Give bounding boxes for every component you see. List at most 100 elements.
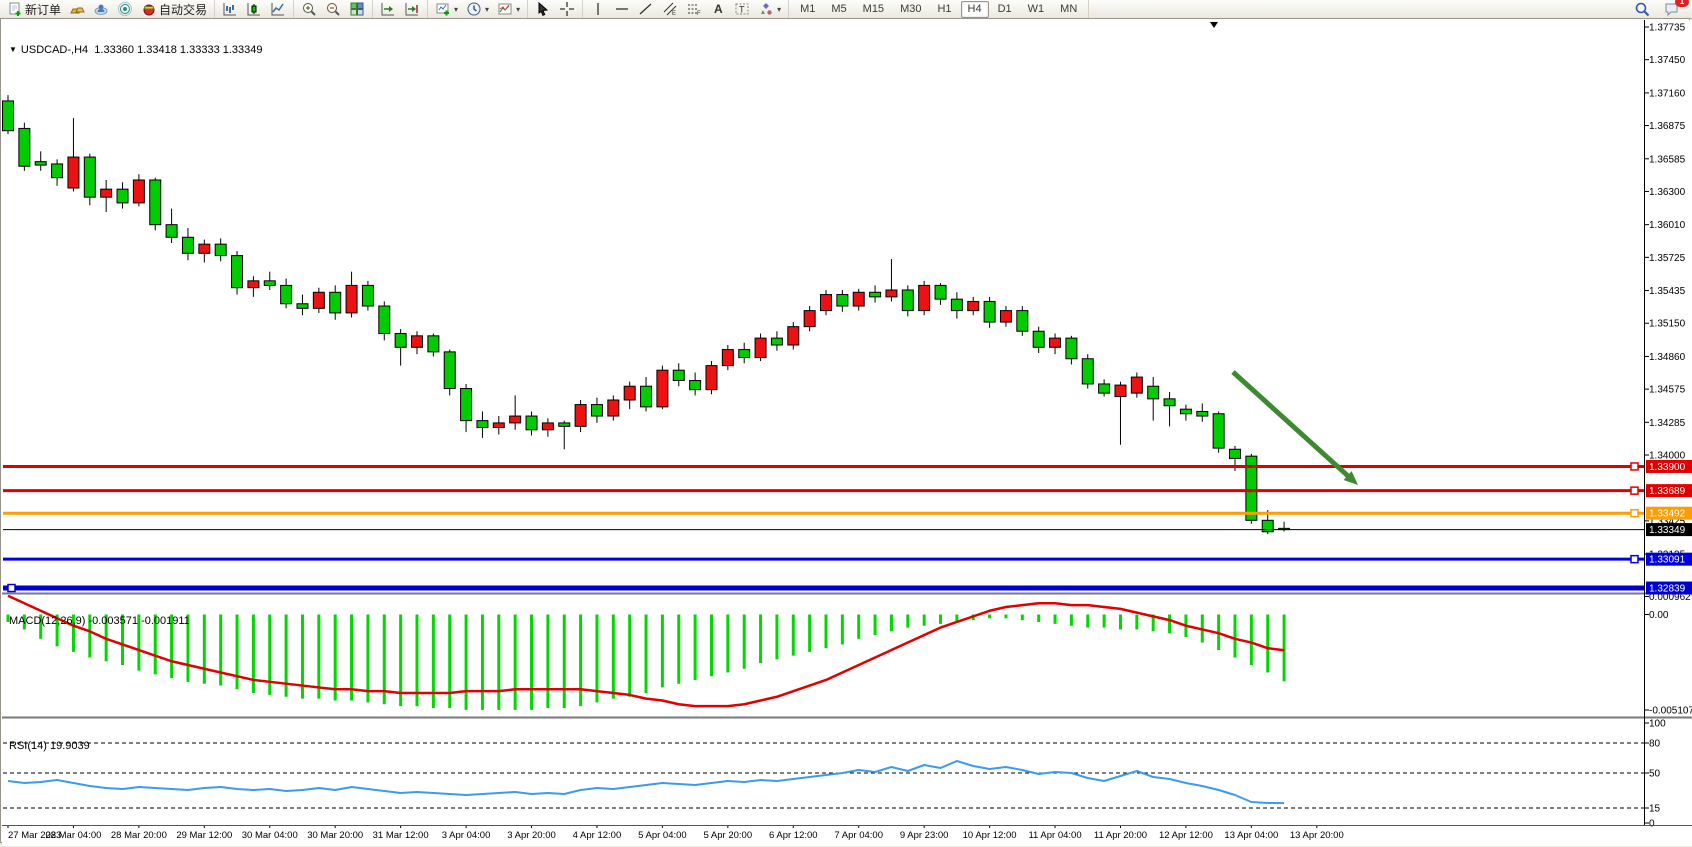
time-axis-label: 28 Mar 20:00 bbox=[111, 830, 167, 841]
toolbar-group bbox=[215, 0, 294, 18]
timeframe-toolbar: M1M5M15M30H1H4D1W1MN bbox=[789, 0, 1089, 18]
text-label-icon: T bbox=[734, 1, 750, 17]
text-label-button[interactable]: T bbox=[730, 0, 754, 18]
templates-button[interactable]: ▾ bbox=[493, 0, 524, 18]
line-handle[interactable] bbox=[1631, 556, 1638, 563]
chevron-down-icon[interactable]: ▾ bbox=[454, 5, 458, 14]
time-axis-label: 10 Apr 12:00 bbox=[963, 830, 1017, 841]
fibonacci-icon: F bbox=[686, 1, 702, 17]
zoom-in-button[interactable] bbox=[297, 0, 321, 18]
price-line-label: 1.32839 bbox=[1646, 582, 1692, 595]
auto-scroll-button[interactable] bbox=[376, 0, 400, 18]
new-order-icon bbox=[7, 1, 23, 17]
time-axis-label: 3 Apr 04:00 bbox=[442, 830, 491, 841]
timeframe-h1[interactable]: H1 bbox=[930, 1, 958, 18]
search-button[interactable] bbox=[1630, 0, 1654, 18]
periods-clock-icon bbox=[466, 1, 482, 17]
price-axis-tick: 1.35725 bbox=[1649, 253, 1686, 264]
chevron-down-icon[interactable]: ▾ bbox=[485, 5, 489, 14]
timeframe-h4[interactable]: H4 bbox=[961, 1, 989, 18]
chart-candles-button[interactable] bbox=[242, 0, 266, 18]
trendline-icon bbox=[638, 1, 654, 17]
svg-text:1.33349: 1.33349 bbox=[1649, 525, 1686, 536]
new-chart-button[interactable]: ▾ bbox=[431, 0, 462, 18]
time-axis-label: 30 Mar 04:00 bbox=[242, 830, 298, 841]
line-handle[interactable] bbox=[1631, 463, 1638, 470]
price-line-label: 1.33689 bbox=[1646, 484, 1692, 497]
timeframe-m15[interactable]: M15 bbox=[856, 1, 891, 18]
chart-line-button[interactable] bbox=[266, 0, 290, 18]
svg-text:1.33900: 1.33900 bbox=[1649, 462, 1686, 473]
rsi-axis-tick: 50 bbox=[1649, 769, 1661, 780]
timeframe-m30[interactable]: M30 bbox=[893, 1, 928, 18]
time-axis-label: 5 Apr 04:00 bbox=[638, 830, 687, 841]
time-axis-label: 12 Apr 12:00 bbox=[1159, 830, 1213, 841]
timeframe-m1[interactable]: M1 bbox=[793, 1, 822, 18]
price-axis-tick: 1.37450 bbox=[1649, 55, 1686, 66]
macd-axis-tick: -0.005107 bbox=[1649, 706, 1692, 717]
channel-button[interactable]: E bbox=[658, 0, 682, 18]
trendline-button[interactable] bbox=[634, 0, 658, 18]
new-chart-icon bbox=[435, 1, 451, 17]
new-order-button[interactable]: 新订单 bbox=[3, 0, 65, 18]
price-axis-tick: 1.34860 bbox=[1649, 352, 1686, 363]
svg-text:1.33091: 1.33091 bbox=[1649, 555, 1686, 566]
text-button[interactable]: A bbox=[706, 0, 730, 18]
line-handle[interactable] bbox=[8, 585, 15, 592]
zoom-in-icon bbox=[301, 1, 317, 17]
toolbar: 新订单 自动交易 ▾ ▾ ▾ E FAT ▾ M1M5M15M30H1H4D1W1MN 1 bbox=[0, 0, 1692, 19]
periods-clock-button[interactable]: ▾ bbox=[462, 0, 493, 18]
chevron-down-icon[interactable]: ▾ bbox=[516, 5, 520, 14]
current-price-label: 1.33349 bbox=[1646, 523, 1692, 536]
cursor-button[interactable] bbox=[531, 0, 555, 18]
toolbar-right: 1 bbox=[1630, 0, 1692, 18]
price-line-label: 1.33492 bbox=[1646, 507, 1692, 520]
cursor-icon bbox=[535, 1, 551, 17]
channel-icon: E bbox=[662, 1, 678, 17]
svg-text:T: T bbox=[739, 5, 745, 15]
fibonacci-button[interactable]: F bbox=[682, 0, 706, 18]
vertical-line-button[interactable] bbox=[586, 0, 610, 18]
toolbar-group bbox=[294, 0, 373, 18]
svg-text:E: E bbox=[672, 11, 676, 17]
vertical-line-icon bbox=[590, 1, 606, 17]
time-axis-label: 29 Mar 12:00 bbox=[176, 830, 232, 841]
timeframe-w1[interactable]: W1 bbox=[1021, 1, 1052, 18]
rsi-axis-tick: 80 bbox=[1649, 739, 1661, 750]
time-axis-label: 31 Mar 12:00 bbox=[373, 830, 429, 841]
gold-button[interactable] bbox=[65, 0, 89, 18]
chart-plot[interactable]: 10080501500.0009620.00-0.00510727 Mar 20… bbox=[1, 19, 1692, 847]
rsi-axis-tick: 15 bbox=[1649, 804, 1661, 815]
chat-badge: 1 bbox=[1675, 0, 1689, 7]
chevron-down-icon[interactable]: ▾ bbox=[777, 5, 781, 14]
community-button[interactable] bbox=[89, 0, 113, 18]
timeframe-mn[interactable]: MN bbox=[1053, 1, 1084, 18]
price-axis-tick: 1.35150 bbox=[1649, 319, 1686, 330]
auto-trading-icon bbox=[141, 1, 157, 17]
rsi-axis-tick: 0 bbox=[1649, 819, 1655, 830]
tile-windows-button[interactable] bbox=[345, 0, 369, 18]
signals-button[interactable] bbox=[113, 0, 137, 18]
shapes-icon bbox=[758, 1, 774, 17]
time-axis-label: 11 Apr 04:00 bbox=[1028, 830, 1081, 841]
chart-bars-icon bbox=[222, 1, 238, 17]
chart-shift-button[interactable] bbox=[400, 0, 424, 18]
time-axis-label: 4 Apr 12:00 bbox=[573, 830, 622, 841]
line-handle[interactable] bbox=[1631, 487, 1638, 494]
svg-text:F: F bbox=[697, 11, 701, 17]
chat-button[interactable]: 1 bbox=[1660, 0, 1684, 18]
zoom-out-button[interactable] bbox=[321, 0, 345, 18]
chart-bars-button[interactable] bbox=[218, 0, 242, 18]
line-handle[interactable] bbox=[1631, 510, 1638, 517]
rsi-axis-tick: 100 bbox=[1649, 719, 1666, 730]
timeframe-d1[interactable]: D1 bbox=[991, 1, 1019, 18]
time-axis-label: 28 Mar 04:00 bbox=[45, 830, 101, 841]
timeframe-m5[interactable]: M5 bbox=[824, 1, 853, 18]
time-axis-label: 9 Apr 23:00 bbox=[900, 830, 949, 841]
auto-trading-button[interactable]: 自动交易 bbox=[137, 0, 211, 18]
shapes-button[interactable]: ▾ bbox=[754, 0, 785, 18]
chart-window[interactable]: 10080501500.0009620.00-0.00510727 Mar 20… bbox=[0, 18, 1690, 843]
crosshair-button[interactable] bbox=[555, 0, 579, 18]
chart-candles-icon bbox=[246, 1, 262, 17]
horizontal-line-button[interactable] bbox=[610, 0, 634, 18]
